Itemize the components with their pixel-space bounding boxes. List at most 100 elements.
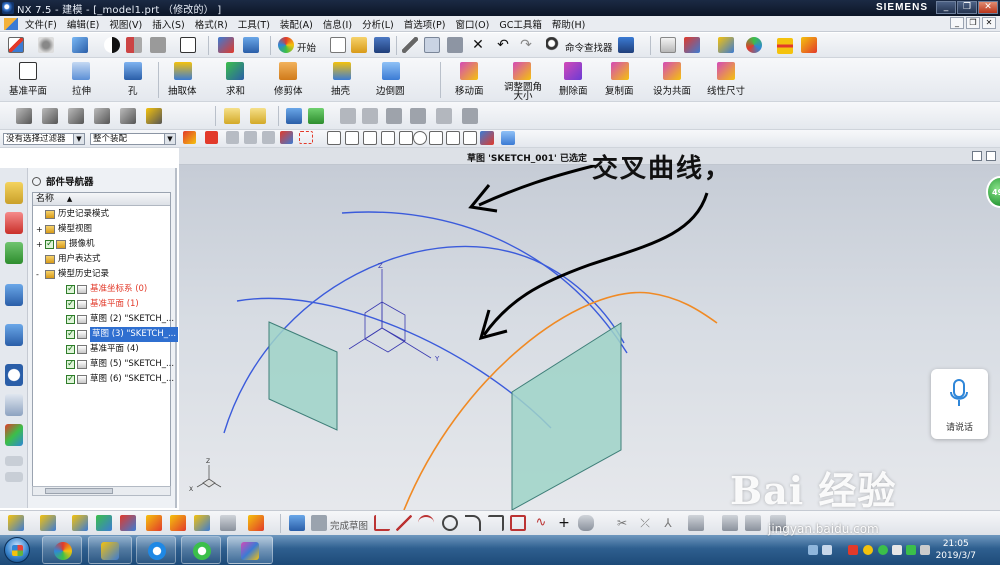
navigator-row[interactable]: 草图 (3) "SKETCH_... <box>33 327 179 342</box>
copy-icon[interactable] <box>424 37 440 53</box>
display-mode-icon[interactable] <box>104 37 120 53</box>
navigator-row[interactable]: 草图 (2) "SKETCH_... <box>33 312 174 327</box>
quick-extend-icon[interactable]: ⤫ <box>637 515 653 531</box>
new-file-icon[interactable] <box>330 37 346 53</box>
finish-sketch-label[interactable]: 完成草图 <box>330 518 368 532</box>
measure-distance-icon[interactable] <box>777 38 793 54</box>
system-materials-icon[interactable] <box>5 394 23 416</box>
assembly-navigator-icon[interactable] <box>5 182 23 204</box>
profile-icon[interactable] <box>374 515 390 531</box>
security-tray-icon[interactable] <box>863 545 873 555</box>
navigator-row[interactable]: 基准平面 (1) <box>33 297 170 312</box>
constraint-navigator-icon[interactable] <box>5 212 23 234</box>
web-browser-icon[interactable] <box>5 324 23 346</box>
mesh-tool-icon[interactable] <box>68 108 84 124</box>
circle-icon[interactable] <box>442 515 458 531</box>
measure-angle-icon[interactable] <box>801 37 817 53</box>
start-button[interactable] <box>4 537 30 563</box>
delete-icon[interactable]: ✕ <box>470 37 486 53</box>
navigator-row[interactable]: 历史记录模式 <box>33 207 170 222</box>
section-view-icon[interactable] <box>126 37 142 53</box>
rectangle-icon[interactable] <box>510 515 526 531</box>
arc-icon[interactable] <box>418 515 434 531</box>
information-icon[interactable] <box>618 37 634 53</box>
menu-tools[interactable]: 工具(T) <box>234 17 276 31</box>
visibility-checkbox[interactable] <box>66 282 75 297</box>
visibility-checkbox[interactable] <box>66 312 75 327</box>
datum-plane-icon[interactable] <box>19 62 37 80</box>
navigator-row[interactable]: + 摄像机 <box>33 237 170 252</box>
wcs-icon[interactable] <box>684 37 700 53</box>
snap-quadrant-icon[interactable] <box>429 131 443 145</box>
edge-blend-label[interactable]: 边倒圆 <box>376 83 405 97</box>
grey-tool-icon[interactable] <box>410 108 426 124</box>
hole-icon[interactable] <box>124 62 142 80</box>
network-tray-icon[interactable] <box>878 545 888 555</box>
point-constructor-icon[interactable] <box>480 131 494 145</box>
quick-trim-icon[interactable]: ✂ <box>614 515 630 531</box>
datum-plane-left[interactable] <box>268 321 338 431</box>
show-hide-icon[interactable] <box>746 37 762 53</box>
taskbar-app-2[interactable] <box>88 536 132 564</box>
name-column-header[interactable]: 名称 ▲ <box>33 193 170 206</box>
resize-blend-label[interactable]: 调整圆角大小 <box>503 83 543 102</box>
open-folder-icon[interactable] <box>351 37 367 53</box>
menu-preferences[interactable]: 首选项(P) <box>400 17 452 31</box>
datum-plane-label[interactable]: 基准平面 <box>9 83 47 97</box>
taskbar-app-4[interactable] <box>181 536 221 564</box>
unite-icon[interactable] <box>226 62 244 80</box>
update-model-icon[interactable] <box>96 515 112 531</box>
palette-icon[interactable] <box>5 424 23 446</box>
auto-dimension-icon[interactable] <box>170 515 186 531</box>
antivirus-tray-icon[interactable] <box>848 545 858 555</box>
chamfer-icon[interactable] <box>488 515 504 531</box>
move-face-label[interactable]: 移动面 <box>455 83 484 97</box>
collapse-icon[interactable]: - <box>36 267 39 282</box>
curve-tool-icon[interactable] <box>16 108 32 124</box>
constraint-icon[interactable] <box>120 515 136 531</box>
point-icon[interactable]: + <box>556 515 572 531</box>
pencil-icon[interactable] <box>224 108 240 124</box>
grey-tool-icon[interactable] <box>436 108 452 124</box>
navigator-row[interactable]: 基准平面 (4) <box>33 342 170 357</box>
fillet-icon[interactable] <box>465 515 481 531</box>
menu-file[interactable]: 文件(F) <box>21 17 63 31</box>
datum-plane-right[interactable] <box>511 322 622 511</box>
tray-expand-icon[interactable] <box>808 545 818 555</box>
trim-tool-icon[interactable] <box>146 108 162 124</box>
visibility-checkbox[interactable] <box>66 297 75 312</box>
sketch-tool-icon[interactable] <box>250 108 266 124</box>
shaded-view-icon[interactable] <box>72 37 88 53</box>
offset-icon[interactable] <box>220 515 236 531</box>
mic-tray-icon[interactable] <box>822 545 832 555</box>
reference-icon[interactable] <box>243 37 259 53</box>
sketch-orient-icon[interactable] <box>8 515 24 531</box>
snap-midpoint-icon[interactable] <box>363 131 377 145</box>
snap-intersection-icon[interactable] <box>399 131 413 145</box>
sweep-tool-icon[interactable] <box>94 108 110 124</box>
select-edge-icon[interactable] <box>244 131 257 144</box>
menu-insert[interactable]: 插入(S) <box>148 17 190 31</box>
show-constraints-icon[interactable] <box>745 515 761 531</box>
navigator-row[interactable]: 草图 (6) "SKETCH_... <box>33 372 174 387</box>
visibility-checkbox[interactable] <box>66 327 75 342</box>
shell-icon[interactable] <box>333 62 351 80</box>
polygon-icon[interactable] <box>578 515 594 531</box>
grey-tool-icon[interactable] <box>340 108 356 124</box>
taskbar-app-3[interactable] <box>136 536 176 564</box>
part-navigator-icon[interactable] <box>5 242 23 264</box>
mirror-icon[interactable] <box>194 515 210 531</box>
save-icon[interactable] <box>374 37 390 53</box>
voice-input-widget[interactable]: 请说话 <box>931 369 988 439</box>
snap-point-icon[interactable] <box>327 131 341 145</box>
cut-icon[interactable] <box>402 37 418 53</box>
doc-restore-button[interactable]: ❐ <box>966 17 980 29</box>
reattach-icon[interactable] <box>72 515 88 531</box>
menu-view[interactable]: 视图(V) <box>105 17 148 31</box>
window-restore-button[interactable]: ❐ <box>957 1 977 14</box>
snap-endpoint-icon[interactable] <box>345 131 359 145</box>
binoculars-icon[interactable] <box>546 37 562 53</box>
rectangle-select-icon[interactable] <box>299 131 313 144</box>
redo-icon[interactable]: ↷ <box>518 37 534 53</box>
menu-assembly[interactable]: 装配(A) <box>276 17 319 31</box>
